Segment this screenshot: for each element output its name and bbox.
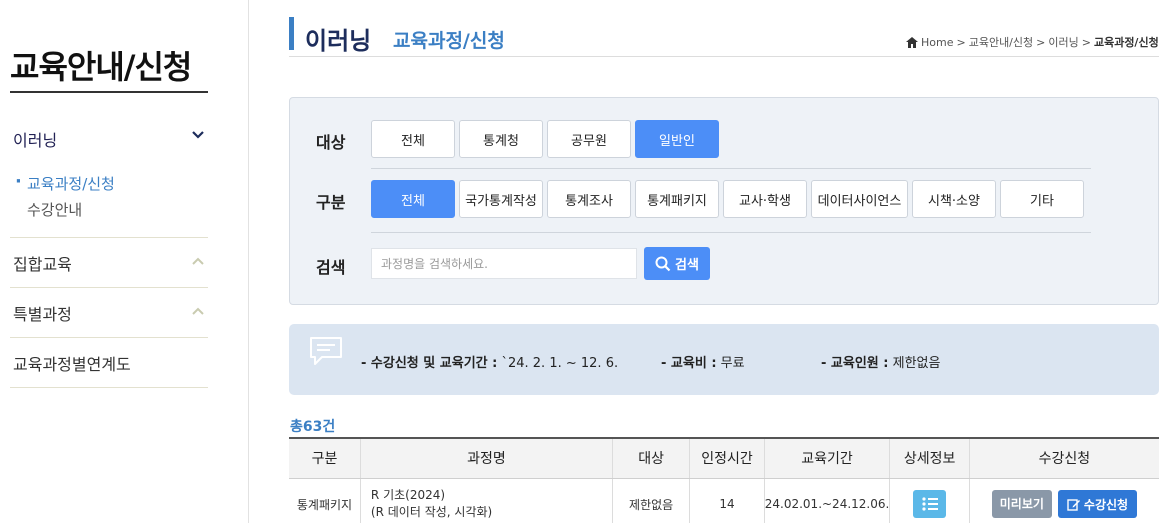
cell-hours: 14 <box>689 478 765 523</box>
edit-icon <box>1067 498 1080 511</box>
sidebar-item-label: 교육과정별연계도 <box>13 354 131 374</box>
target-label: 대상 <box>316 133 346 152</box>
column-header: 교육기간 <box>763 437 890 479</box>
target-option-general[interactable]: 일반인 <box>635 120 719 158</box>
filter-row-divider <box>371 168 1091 169</box>
breadcrumb-separator: > <box>1081 35 1091 49</box>
search-input[interactable] <box>371 248 637 279</box>
result-count-prefix: 총 <box>290 419 303 435</box>
sidebar-item-label: 이러닝 <box>13 131 58 150</box>
category-option-package[interactable]: 통계패키지 <box>635 180 719 218</box>
column-header: 구분 <box>289 437 361 479</box>
sidebar-title: 교육안내/신청 <box>10 48 192 86</box>
sidebar-title-divider <box>10 91 208 93</box>
info-capacity-value: 제한없음 <box>892 356 941 371</box>
column-header: 상세정보 <box>889 437 970 479</box>
search-button[interactable]: 검색 <box>644 247 710 280</box>
search-icon <box>655 256 671 271</box>
breadcrumb: Home > 교육안내/신청 > 이러닝 > 교육과정/신청 <box>906 34 1159 50</box>
info-period-label: - 수강신청 및 교육기간 : <box>361 356 498 371</box>
sidebar-item-label: 집합교육 <box>13 254 72 274</box>
category-option-etc[interactable]: 기타 <box>1000 180 1084 218</box>
breadcrumb-item[interactable]: 교육안내/신청 <box>969 34 1033 50</box>
category-label: 구분 <box>316 193 346 212</box>
table-header-row: 구분 과정명 대상 인정시간 교육기간 상세정보 수강신청 <box>289 437 1159 479</box>
sidebar-item-group-education[interactable]: 집합교육 <box>10 238 208 288</box>
target-option-kostat[interactable]: 통계청 <box>459 120 543 158</box>
sidebar-subitem-course-apply[interactable]: 교육과정/신청 <box>15 169 208 197</box>
breadcrumb-home[interactable]: Home <box>921 36 953 49</box>
breadcrumb-separator: > <box>1036 35 1046 49</box>
list-detail-icon[interactable] <box>913 490 947 518</box>
result-count-number: 63 <box>302 419 323 435</box>
category-option-national-stats[interactable]: 국가통계작성 <box>459 180 543 218</box>
target-option-public-servant[interactable]: 공무원 <box>547 120 631 158</box>
table-row: 통계패키지 R 기초(2024) (R 데이터 작성, 시각화) 제한없음 14… <box>289 478 1159 523</box>
apply-button-label: 수강신청 <box>1083 497 1129 512</box>
search-button-label: 검색 <box>675 258 699 273</box>
info-period-value: `24. 2. 1. ~ 12. 6. <box>501 356 619 371</box>
filter-panel: 대상 전체 통계청 공무원 일반인 구분 전체 국가통계작성 통계조사 통계패키… <box>289 97 1159 305</box>
category-option-policy[interactable]: 시책·소양 <box>912 180 996 218</box>
sidebar-menu: 이러닝 교육과정/신청 수강안내 집합교육 특별과정 교육과정별연계도 <box>10 115 208 388</box>
column-header: 과정명 <box>359 437 613 479</box>
cell-apply: 미리보기 수강신청 <box>968 478 1159 523</box>
info-period: - 수강신청 및 교육기간 : `24. 2. 1. ~ 12. 6. <box>361 352 618 371</box>
search-label: 검색 <box>316 258 346 277</box>
chevron-up-icon[interactable] <box>192 255 204 267</box>
header-divider <box>289 56 1159 57</box>
course-description: (R 데이터 작성, 시각화) <box>370 505 493 519</box>
chevron-up-icon[interactable] <box>192 305 204 317</box>
apply-button[interactable]: 수강신청 <box>1057 490 1138 518</box>
result-count: 총63건 <box>290 416 335 436</box>
category-option-all[interactable]: 전체 <box>371 180 455 218</box>
breadcrumb-current: 교육과정/신청 <box>1093 36 1159 49</box>
speech-bubble-icon <box>310 337 342 365</box>
cell-category: 통계패키지 <box>289 478 361 523</box>
sidebar-item-special-course[interactable]: 특별과정 <box>10 288 208 338</box>
cell-detail <box>889 478 970 523</box>
column-header: 인정시간 <box>689 437 765 479</box>
filter-row-divider <box>371 232 1091 233</box>
breadcrumb-separator: > <box>956 35 966 49</box>
column-header: 수강신청 <box>968 437 1159 479</box>
info-fee-value: 무료 <box>720 356 745 371</box>
sidebar-item-course-map[interactable]: 교육과정별연계도 <box>10 338 208 388</box>
info-capacity: - 교육인원 : 제한없음 <box>821 352 940 371</box>
sidebar-item-label: 특별과정 <box>13 304 72 324</box>
course-info-banner: - 수강신청 및 교육기간 : `24. 2. 1. ~ 12. 6. - 교육… <box>289 324 1159 395</box>
category-option-teacher-student[interactable]: 교사·학생 <box>723 180 807 218</box>
page-title-accent <box>289 17 294 50</box>
cell-period: 24.02.01.~24.12.06. <box>763 478 890 523</box>
info-capacity-label: - 교육인원 : <box>821 356 889 371</box>
category-option-data-science[interactable]: 데이터사이언스 <box>811 180 908 218</box>
page-subtitle: 교육과정/신청 <box>393 30 505 52</box>
home-icon[interactable] <box>906 36 918 48</box>
cell-course-name[interactable]: R 기초(2024) (R 데이터 작성, 시각화) <box>359 478 613 523</box>
sidebar: 교육안내/신청 이러닝 교육과정/신청 수강안내 집합교육 특별과정 교육과정별… <box>0 0 249 523</box>
result-count-suffix: 건 <box>322 419 336 435</box>
breadcrumb-item[interactable]: 이러닝 <box>1048 34 1078 50</box>
category-option-survey[interactable]: 통계조사 <box>547 180 631 218</box>
course-title: R 기초(2024) <box>370 488 446 502</box>
cell-target: 제한없음 <box>611 478 690 523</box>
sidebar-submenu: 교육과정/신청 수강안내 <box>13 169 208 223</box>
sidebar-item-elearning[interactable]: 이러닝 교육과정/신청 수강안내 <box>10 115 208 238</box>
column-header: 대상 <box>611 437 690 479</box>
chevron-down-icon[interactable] <box>192 129 204 141</box>
sidebar-subitem-guide[interactable]: 수강안내 <box>27 197 208 223</box>
info-fee-label: - 교육비 : <box>661 356 717 371</box>
course-table: 구분 과정명 대상 인정시간 교육기간 상세정보 수강신청 통계패키지 R 기초… <box>289 437 1159 523</box>
page-title: 이러닝 <box>305 27 372 55</box>
info-fee: - 교육비 : 무료 <box>661 352 745 371</box>
preview-button[interactable]: 미리보기 <box>991 490 1052 518</box>
target-option-all[interactable]: 전체 <box>371 120 455 158</box>
